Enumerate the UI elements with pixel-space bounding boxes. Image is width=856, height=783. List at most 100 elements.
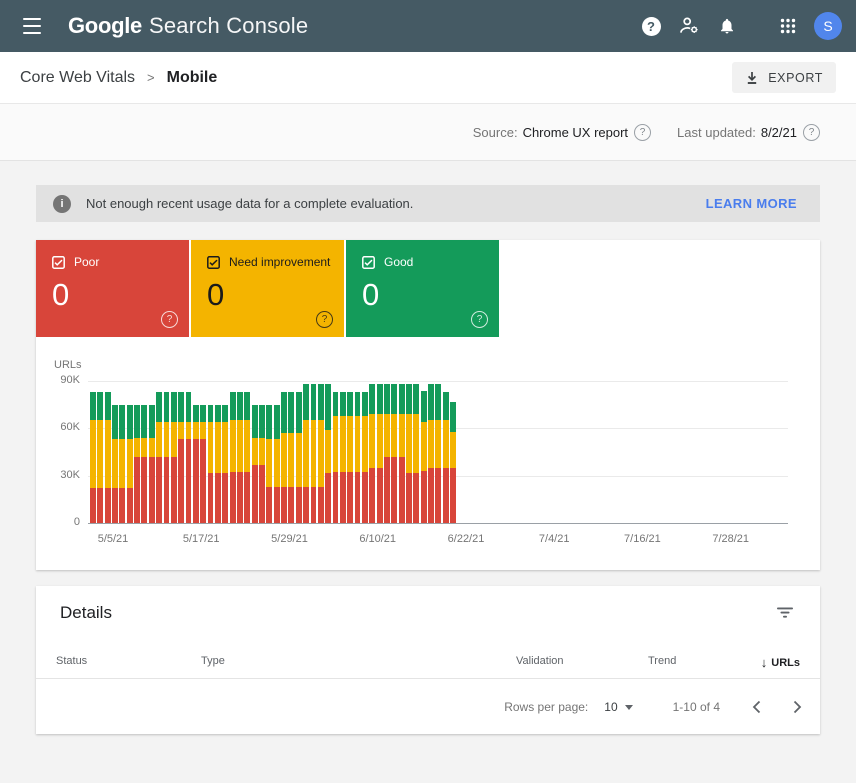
apps-grid-button[interactable] xyxy=(769,7,807,45)
bar-segment-need-improvement xyxy=(288,433,294,487)
bar-segment-poor xyxy=(450,468,456,523)
bar-segment-poor xyxy=(90,488,96,523)
breadcrumb-section[interactable]: Core Web Vitals xyxy=(20,69,135,87)
bar-segment-need-improvement xyxy=(215,422,221,472)
info-icon: i xyxy=(53,195,71,213)
bar-segment-need-improvement xyxy=(435,420,441,467)
bar-segment-good xyxy=(435,384,441,420)
chart-bar xyxy=(97,392,103,523)
bar-segment-poor xyxy=(325,473,331,523)
x-tick-label: 6/22/21 xyxy=(448,533,485,545)
bar-segment-need-improvement xyxy=(105,420,111,488)
bar-segment-need-improvement xyxy=(164,422,170,457)
bar-segment-need-improvement xyxy=(450,432,456,468)
pagination-range: 1-10 of 4 xyxy=(673,700,720,714)
chart-bar xyxy=(311,384,317,523)
breadcrumb-current: Mobile xyxy=(167,69,218,87)
help-button[interactable]: ? xyxy=(632,7,670,45)
chart-bar xyxy=(281,392,287,523)
filter-button[interactable] xyxy=(772,602,798,624)
next-page-button[interactable] xyxy=(793,700,802,714)
bar-segment-good xyxy=(369,384,375,414)
bar-segment-need-improvement xyxy=(369,414,375,468)
app-logo[interactable]: Google Search Console xyxy=(68,13,308,39)
export-button[interactable]: EXPORT xyxy=(732,62,836,93)
brand-product: Search Console xyxy=(149,13,308,39)
bar-segment-need-improvement xyxy=(266,439,272,486)
bar-segment-poor xyxy=(237,472,243,523)
bar-segment-need-improvement xyxy=(193,422,199,439)
chart-bar xyxy=(406,384,412,523)
bar-segment-need-improvement xyxy=(222,422,228,472)
user-settings-button[interactable] xyxy=(670,7,708,45)
column-header-status[interactable]: Status xyxy=(56,655,87,667)
chart-bar xyxy=(333,392,339,523)
notifications-button[interactable] xyxy=(708,7,746,45)
bar-segment-good xyxy=(274,405,280,440)
bar-segment-good xyxy=(325,384,331,430)
bar-segment-good xyxy=(391,384,397,414)
bar-segment-poor xyxy=(230,472,236,523)
bar-segment-need-improvement xyxy=(391,414,397,457)
bar-segment-poor xyxy=(119,488,125,523)
bar-segment-need-improvement xyxy=(252,438,258,465)
chart-bar xyxy=(252,405,258,523)
y-tick-label: 0 xyxy=(36,516,80,528)
chart-bar xyxy=(149,405,155,523)
bar-segment-good xyxy=(134,405,140,438)
last-updated-help-icon[interactable]: ? xyxy=(803,124,820,141)
bar-segment-good xyxy=(421,391,427,423)
source-help-icon[interactable]: ? xyxy=(634,124,651,141)
chart-bar xyxy=(215,405,221,523)
rows-per-page-label: Rows per page: xyxy=(504,700,588,714)
bar-segment-poor xyxy=(406,473,412,523)
column-header-type[interactable]: Type xyxy=(201,655,225,667)
bar-segment-need-improvement xyxy=(303,420,309,486)
last-updated-value: 8/2/21 xyxy=(761,125,797,140)
bar-segment-poor xyxy=(141,457,147,523)
bar-segment-good xyxy=(428,384,434,420)
chart-bar xyxy=(259,405,265,523)
bar-segment-need-improvement xyxy=(274,439,280,486)
chart-bar xyxy=(391,384,397,523)
chevron-down-icon xyxy=(625,705,633,710)
column-header-validation[interactable]: Validation xyxy=(516,655,564,667)
bar-segment-good xyxy=(362,392,368,416)
bar-segment-good xyxy=(340,392,346,416)
bar-segment-poor xyxy=(362,472,368,523)
bar-segment-good xyxy=(399,384,405,414)
bar-segment-good xyxy=(112,405,118,440)
breadcrumb-bar: Core Web Vitals > Mobile EXPORT xyxy=(0,52,856,104)
hamburger-menu-icon[interactable] xyxy=(12,6,52,46)
y-tick-label: 90K xyxy=(36,374,80,386)
bar-segment-good xyxy=(141,405,147,438)
bar-segment-poor xyxy=(413,473,419,523)
user-avatar[interactable]: S xyxy=(814,12,842,40)
bar-segment-good xyxy=(259,405,265,438)
bar-segment-good xyxy=(347,392,353,416)
bar-segment-good xyxy=(178,392,184,422)
bar-segment-good xyxy=(208,405,214,422)
chart-bar xyxy=(171,392,177,523)
chart-bar xyxy=(325,384,331,523)
bar-segment-need-improvement xyxy=(384,414,390,457)
bar-segment-good xyxy=(156,392,162,422)
bar-segment-good xyxy=(384,384,390,414)
bar-segment-poor xyxy=(311,487,317,523)
bar-segment-poor xyxy=(252,465,258,523)
last-updated-label: Last updated: xyxy=(677,125,756,140)
bar-segment-poor xyxy=(428,468,434,523)
bar-segment-good xyxy=(252,405,258,438)
bar-segment-good xyxy=(222,405,228,422)
previous-page-button[interactable] xyxy=(752,700,761,714)
rows-per-page-select[interactable]: 10 xyxy=(604,700,632,714)
column-header-urls-sorted[interactable]: ↓URLs xyxy=(761,655,800,670)
y-axis-title: URLs xyxy=(54,359,82,371)
learn-more-link[interactable]: LEARN MORE xyxy=(706,196,803,211)
bar-segment-need-improvement xyxy=(281,433,287,487)
bar-segment-poor xyxy=(318,487,324,523)
chart-bar xyxy=(112,405,118,523)
column-header-trend[interactable]: Trend xyxy=(648,655,676,667)
info-banner: i Not enough recent usage data for a com… xyxy=(36,185,820,222)
chart-bar xyxy=(355,392,361,523)
